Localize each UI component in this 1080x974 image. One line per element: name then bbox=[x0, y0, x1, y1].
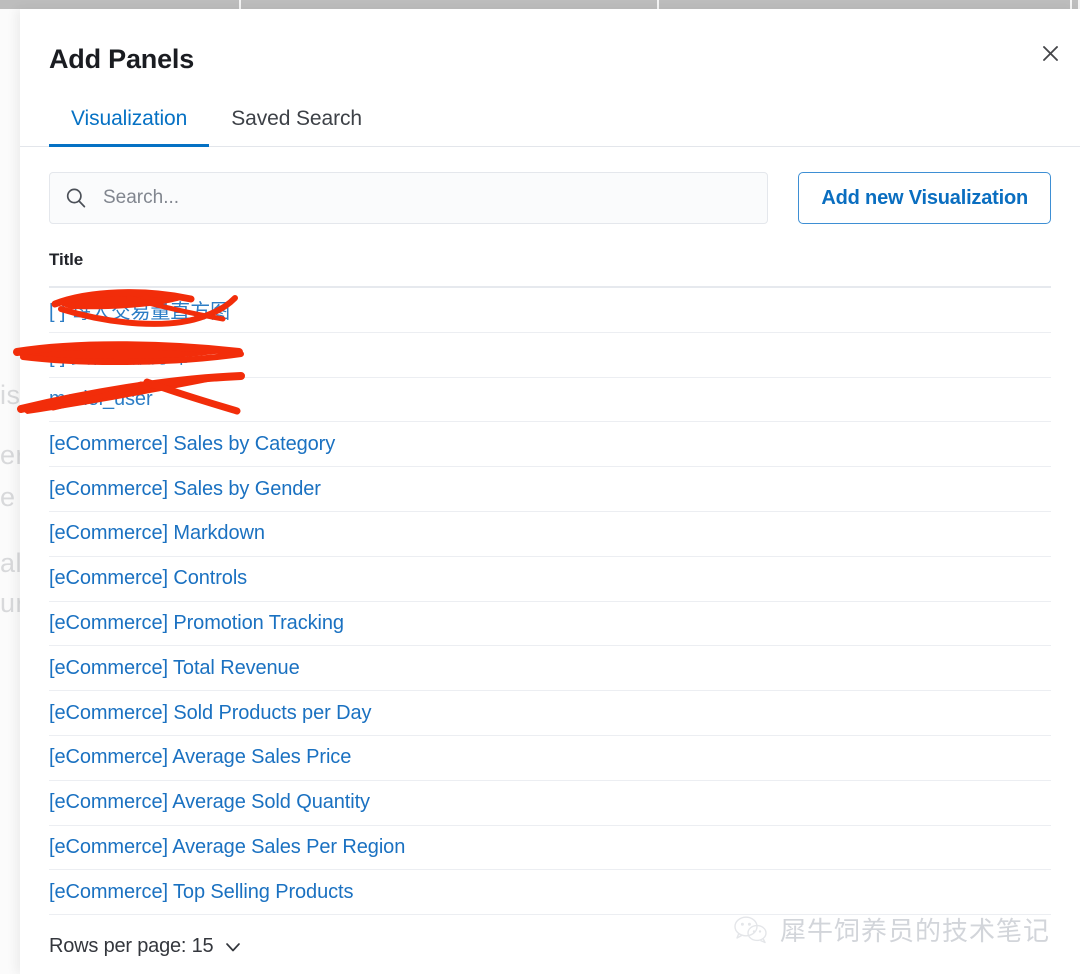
table-row[interactable]: [ ] 每人交易量直方图 bbox=[49, 288, 1051, 333]
table-row[interactable]: [eCommerce] Sold Products per Day bbox=[49, 691, 1051, 736]
visualization-title-link[interactable]: [eCommerce] Sales by Gender bbox=[49, 478, 321, 501]
search-input[interactable] bbox=[101, 186, 753, 210]
close-icon[interactable] bbox=[1034, 37, 1066, 69]
visualization-title-link[interactable]: [eCommerce] Average Sales Per Region bbox=[49, 836, 405, 859]
table-row[interactable]: [eCommerce] Sales by Gender bbox=[49, 467, 1051, 512]
visualization-title-link[interactable]: [eCommerce] Sales by Category bbox=[49, 433, 335, 456]
browser-tab-segment bbox=[1072, 0, 1080, 9]
table-row[interactable]: [eCommerce] Total Revenue bbox=[49, 646, 1051, 692]
visualization-title-link[interactable]: model_user bbox=[49, 388, 153, 411]
browser-tab-segment bbox=[0, 0, 242, 9]
table-column-header-title: Title bbox=[49, 250, 84, 269]
close-icon-glyph bbox=[1042, 45, 1058, 61]
table-row[interactable]: [eCommerce] Promotion Tracking bbox=[49, 602, 1051, 647]
visualization-title-link[interactable]: [eCommerce] Sold Products per Day bbox=[49, 702, 371, 725]
rows-per-page-selector[interactable]: Rows per page: 15 bbox=[49, 935, 243, 958]
add-new-visualization-button[interactable]: Add new Visualization bbox=[798, 172, 1051, 224]
visualization-title-link[interactable]: [ ] 每人交易量直方图 bbox=[49, 295, 230, 324]
table-row[interactable]: [eCommerce] Average Sales Per Region bbox=[49, 826, 1051, 871]
rows-per-page-label: Rows per page: 15 bbox=[49, 935, 214, 958]
tab-saved-search[interactable]: Saved Search bbox=[209, 101, 384, 146]
visualization-title-link[interactable]: [eCommerce] Average Sold Quantity bbox=[49, 791, 370, 814]
table-row[interactable]: [ ] 支付金额分布 bbox=[13, 333, 1051, 378]
table-row[interactable]: model_user bbox=[17, 371, 1051, 423]
page-title: Add Panels bbox=[49, 44, 195, 74]
tab-visualization[interactable]: Visualization bbox=[49, 101, 210, 147]
visualization-title-link[interactable]: [eCommerce] Top Selling Products bbox=[49, 881, 353, 904]
search-icon bbox=[65, 187, 87, 209]
browser-tab-segment bbox=[659, 0, 1073, 9]
table-row[interactable]: [eCommerce] Average Sold Quantity bbox=[49, 781, 1051, 826]
tab-bar: Visualization Saved Search bbox=[20, 101, 1080, 147]
browser-tab-strip bbox=[0, 0, 1080, 9]
visualization-title-link[interactable]: [eCommerce] Total Revenue bbox=[49, 657, 300, 680]
table-footer: Rows per page: 15 bbox=[20, 935, 1080, 958]
visualizations-table: Title [ ] 每人交易量直方图 [ ] 支付金额分布 model_user [e… bbox=[13, 250, 1080, 916]
visualization-title-link[interactable]: [eCommerce] Markdown bbox=[49, 522, 265, 545]
search-row: Add new Visualization bbox=[20, 172, 1080, 224]
browser-tab-segment bbox=[241, 0, 660, 9]
visualization-title-link[interactable]: [eCommerce] Promotion Tracking bbox=[49, 612, 344, 635]
visualization-title-link[interactable]: [ ] 支付金额分布 bbox=[49, 340, 190, 369]
table-row[interactable]: [eCommerce] Average Sales Price bbox=[49, 736, 1051, 781]
search-box[interactable] bbox=[49, 172, 769, 224]
search-icon-glyph bbox=[66, 188, 86, 208]
table-row[interactable]: [eCommerce] Top Selling Products bbox=[49, 870, 1051, 916]
table-row[interactable]: [eCommerce] Controls bbox=[49, 557, 1051, 602]
chevron-down-icon bbox=[226, 942, 241, 952]
add-panels-modal: Add Panels VisualizationSaved Search Add… bbox=[13, 9, 1080, 974]
table-row[interactable]: [eCommerce] Sales by Category bbox=[49, 422, 1051, 468]
visualization-title-link[interactable]: [eCommerce] Average Sales Price bbox=[49, 746, 351, 769]
visualization-title-link[interactable]: [eCommerce] Controls bbox=[49, 567, 247, 590]
table-body: [ ] 每人交易量直方图 [ ] 支付金额分布 model_user [eCommer… bbox=[13, 288, 1051, 916]
table-row[interactable]: [eCommerce] Markdown bbox=[49, 512, 1051, 557]
modal-header: Add Panels bbox=[20, 9, 1080, 75]
